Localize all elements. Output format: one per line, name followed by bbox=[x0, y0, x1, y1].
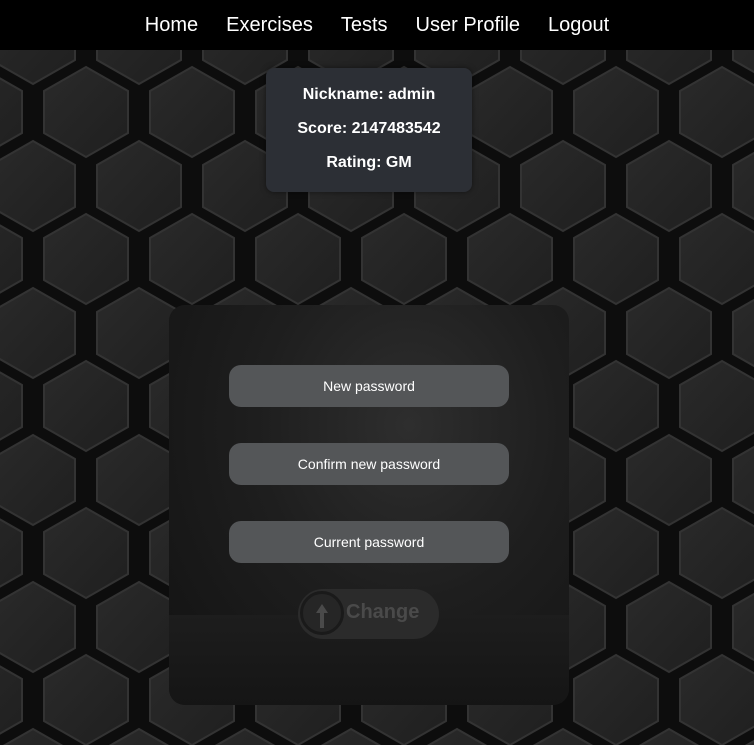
profile-info-card: Nickname: admin Score: 2147483542 Rating… bbox=[266, 68, 472, 192]
page: Home Exercises Tests User Profile Logout… bbox=[0, 0, 754, 745]
rating-text: Rating: GM bbox=[326, 154, 412, 171]
nav-link-user-profile[interactable]: User Profile bbox=[416, 14, 520, 37]
confirm-password-input[interactable] bbox=[229, 443, 509, 485]
nav-link-home[interactable]: Home bbox=[145, 14, 198, 37]
nav-link-logout[interactable]: Logout bbox=[548, 14, 609, 37]
new-password-input[interactable] bbox=[229, 365, 509, 407]
nav-link-tests[interactable]: Tests bbox=[341, 14, 388, 37]
nickname-text: Nickname: admin bbox=[302, 86, 436, 103]
top-navigation: Home Exercises Tests User Profile Logout bbox=[0, 0, 754, 50]
change-password-button[interactable]: Change bbox=[298, 589, 439, 639]
change-button-label: Change bbox=[346, 601, 420, 623]
upload-arrow-icon bbox=[300, 591, 344, 635]
current-password-input[interactable] bbox=[229, 521, 509, 563]
score-text: Score: 2147483542 bbox=[297, 120, 441, 137]
nav-link-exercises[interactable]: Exercises bbox=[226, 14, 313, 37]
change-password-form: Change bbox=[169, 305, 569, 705]
